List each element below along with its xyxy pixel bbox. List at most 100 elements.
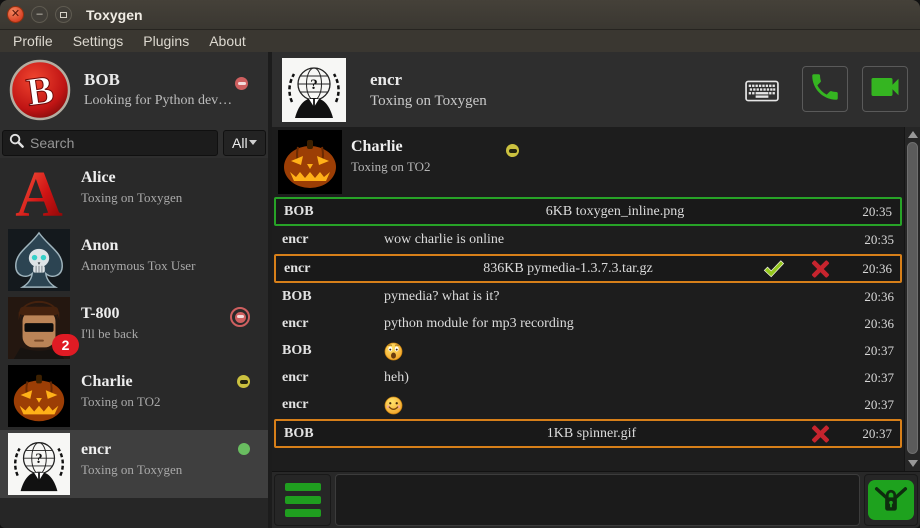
- send-button[interactable]: [864, 474, 918, 526]
- search-box[interactable]: [2, 130, 218, 156]
- message-input[interactable]: [335, 474, 860, 526]
- contact-row-alice[interactable]: A Alice Toxing on Toxygen: [0, 158, 268, 226]
- busy-status-icon: [230, 307, 250, 327]
- message-sender: BOB: [284, 426, 386, 442]
- video-call-button[interactable]: [862, 66, 908, 112]
- file-transfer-row: encr 836KB pymedia-1.3.7.3.tar.gz 20:36: [274, 254, 902, 283]
- message-sender: BOB: [284, 204, 386, 220]
- scroll-up-icon[interactable]: [908, 131, 918, 138]
- contact-list: A Alice Toxing on Toxygen: [0, 158, 268, 528]
- attachments-menu-button[interactable]: [274, 474, 331, 526]
- message-time: 20:37: [846, 397, 902, 413]
- message-time: 20:36: [846, 289, 902, 305]
- minimize-icon[interactable]: –: [31, 6, 48, 23]
- audio-call-button[interactable]: [802, 66, 848, 112]
- chat-panel: ? encr Toxing on Toxygen: [272, 52, 920, 528]
- video-camera-icon: [867, 69, 903, 110]
- file-label: 6KB toxygen_inline.png: [386, 204, 844, 220]
- titlebar: ✕ – Toxygen: [0, 0, 920, 30]
- maximize-icon[interactable]: [55, 6, 72, 23]
- keyboard-icon[interactable]: [745, 80, 779, 102]
- message-time: 20:35: [844, 204, 900, 220]
- contact-status-message: Anonymous Tox User: [81, 258, 195, 274]
- decline-file-button[interactable]: [808, 258, 833, 280]
- chat-message: encr python module for mp3 recording 20:…: [274, 311, 902, 337]
- peer-name: encr: [370, 70, 487, 90]
- contact-filter-dropdown[interactable]: All: [223, 130, 266, 156]
- search-row: All: [0, 127, 268, 158]
- search-input[interactable]: [30, 135, 211, 151]
- contact-status-message: Toxing on Toxygen: [81, 462, 182, 478]
- message-time: 20:36: [846, 316, 902, 332]
- hamburger-icon: [285, 483, 321, 517]
- message-time: 20:35: [846, 232, 902, 248]
- message-time: 20:37: [846, 370, 902, 386]
- anon-avatar: [8, 229, 70, 291]
- close-icon[interactable]: ✕: [7, 6, 24, 23]
- contact-name: Anon: [81, 237, 195, 255]
- alice-avatar: A: [8, 161, 70, 223]
- menu-profile[interactable]: Profile: [3, 31, 63, 51]
- encr-avatar: ?: [282, 58, 346, 122]
- contact-row-charlie[interactable]: Charlie Toxing on TO2: [0, 362, 268, 430]
- online-status-icon: [238, 443, 250, 455]
- toxygen-window: ✕ – Toxygen Profile Settings Plugins Abo…: [0, 0, 920, 528]
- svg-text:?: ?: [35, 451, 42, 467]
- self-status-message: Looking for Python dev…: [84, 93, 232, 109]
- peer-banner-charlie: Charlie Toxing on TO2: [278, 130, 904, 194]
- smiling-smiley-emoji: [384, 396, 403, 415]
- message-history: Charlie Toxing on TO2 BOB 6KB toxygen_in…: [272, 127, 904, 471]
- accept-file-button[interactable]: [761, 258, 786, 280]
- chat-body: Charlie Toxing on TO2 BOB 6KB toxygen_in…: [272, 127, 920, 471]
- self-avatar: B: [8, 58, 72, 122]
- contact-name: Alice: [81, 169, 182, 187]
- file-label: 836KB pymedia-1.3.7.3.tar.gz: [386, 261, 750, 277]
- send-lock-icon: [868, 480, 914, 520]
- message-sender: encr: [282, 316, 384, 332]
- chat-scrollbar[interactable]: [904, 127, 920, 471]
- composer: [272, 471, 920, 528]
- decline-file-button[interactable]: [808, 423, 833, 445]
- message-text: heh): [384, 370, 846, 386]
- file-transfer-row: BOB 6KB toxygen_inline.png 20:35: [274, 197, 902, 226]
- scroll-down-icon[interactable]: [908, 460, 918, 467]
- contact-row-anon[interactable]: Anon Anonymous Tox User: [0, 226, 268, 294]
- message-sender: encr: [282, 232, 384, 248]
- window-title: Toxygen: [86, 7, 143, 23]
- contact-row-encr[interactable]: ? encr Toxing on Toxygen: [0, 430, 268, 498]
- charlie-avatar: [278, 130, 342, 194]
- svg-text:A: A: [15, 161, 63, 223]
- contact-status-message: Toxing on TO2: [81, 394, 161, 410]
- banner-name: Charlie: [351, 138, 431, 156]
- charlie-avatar: [8, 365, 70, 427]
- active-chat-header: ? encr Toxing on Toxygen: [272, 52, 920, 127]
- contact-name: Charlie: [81, 373, 161, 391]
- menu-settings[interactable]: Settings: [63, 31, 134, 51]
- menu-about[interactable]: About: [199, 31, 256, 51]
- contact-name: T-800: [81, 305, 138, 323]
- message-sender: encr: [284, 261, 386, 277]
- peer-status-message: Toxing on Toxygen: [370, 93, 487, 110]
- astonished-smiley-emoji: [384, 342, 403, 361]
- menubar: Profile Settings Plugins About: [0, 30, 920, 52]
- away-status-icon: [506, 144, 519, 157]
- left-panel: B BOB Looking for Python dev… Al: [0, 52, 268, 528]
- chat-message: BOB pymedia? what is it? 20:36: [274, 284, 902, 310]
- busy-status-icon[interactable]: [235, 77, 248, 90]
- contact-row-t800[interactable]: T-800 I'll be back 2: [0, 294, 268, 362]
- message-time: 20:37: [846, 343, 902, 359]
- contact-status-message: Toxing on Toxygen: [81, 190, 182, 206]
- message-sender: BOB: [282, 289, 384, 305]
- message-text: wow charlie is online: [384, 232, 846, 248]
- banner-status-message: Toxing on TO2: [351, 159, 431, 175]
- message-sender: encr: [282, 397, 384, 413]
- message-sender: BOB: [282, 343, 384, 359]
- message-time: 20:36: [844, 261, 900, 277]
- self-profile[interactable]: B BOB Looking for Python dev…: [0, 52, 268, 127]
- scrollbar-thumb[interactable]: [907, 142, 918, 454]
- chevron-down-icon: [249, 140, 257, 145]
- encr-avatar: ?: [8, 433, 70, 495]
- away-status-icon: [237, 375, 250, 388]
- chat-message: BOB: [274, 338, 902, 364]
- menu-plugins[interactable]: Plugins: [133, 31, 199, 51]
